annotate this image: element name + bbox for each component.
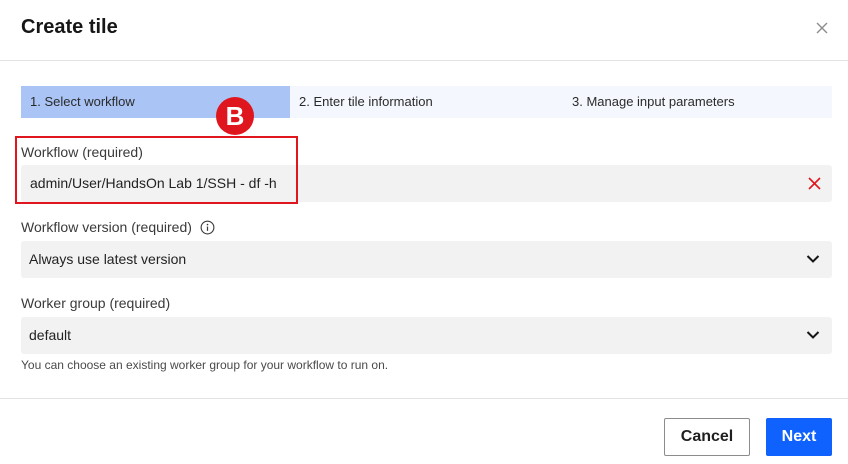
close-icon[interactable] [812, 18, 832, 38]
workflow-version-select[interactable]: Always use latest version [21, 241, 832, 278]
next-button[interactable]: Next [766, 418, 832, 456]
dialog-title: Create tile [21, 16, 118, 38]
worker-group-select[interactable]: default [21, 317, 832, 354]
annotation-marker: B [216, 97, 254, 135]
chevron-down-icon[interactable] [806, 254, 820, 264]
worker-group-value: default [29, 327, 72, 343]
clear-icon[interactable] [807, 176, 822, 191]
step-enter-tile-information[interactable]: 2. Enter tile information [290, 86, 563, 118]
workflow-version-value: Always use latest version [29, 251, 187, 267]
step-manage-input-parameters[interactable]: 3. Manage input parameters [563, 86, 832, 118]
workflow-version-label: Workflow version (required) [21, 219, 215, 235]
footer-divider [0, 398, 848, 399]
chevron-down-icon[interactable] [806, 330, 820, 340]
info-icon[interactable] [200, 220, 215, 235]
worker-group-helper-text: You can choose an existing worker group … [21, 358, 389, 372]
annotation-highlight-box [15, 136, 298, 204]
create-tile-dialog: Create tile 1. Select workflow 2. Enter … [0, 0, 848, 464]
workflow-version-label-text: Workflow version (required) [21, 219, 192, 235]
cancel-button[interactable]: Cancel [664, 418, 750, 456]
worker-group-label: Worker group (required) [21, 295, 171, 311]
step-progress: 1. Select workflow 2. Enter tile informa… [21, 86, 832, 118]
dialog-header: Create tile [0, 0, 848, 61]
